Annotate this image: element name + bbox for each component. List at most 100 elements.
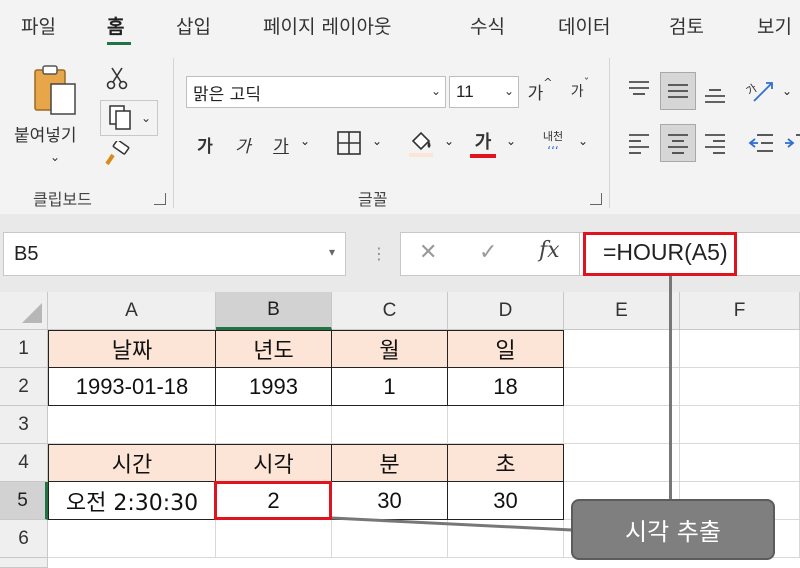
cell-b1[interactable]: 년도: [216, 330, 332, 368]
orientation-icon[interactable]: 가: [744, 74, 778, 108]
cell-f3[interactable]: [680, 406, 800, 444]
paste-icon[interactable]: [30, 64, 80, 116]
formula-tools: ✕ ✓ fx: [400, 232, 580, 276]
underline-button[interactable]: 가: [268, 130, 294, 158]
cell-d1[interactable]: 일: [448, 330, 564, 368]
paste-label[interactable]: 붙여넣기: [14, 121, 77, 146]
cell-d4[interactable]: 초: [448, 444, 564, 482]
ribbon-tab-bar: 파일 홈 삽입 페이지 레이아웃 수식 데이터 검토 보기: [0, 0, 800, 48]
tab-review[interactable]: 검토: [669, 12, 704, 39]
drag-handle-icon[interactable]: ⋮: [371, 244, 387, 263]
tab-file[interactable]: 파일: [21, 12, 56, 39]
cell-f4[interactable]: [680, 444, 800, 482]
align-middle-icon[interactable]: [660, 72, 696, 110]
column-header-e[interactable]: E: [564, 292, 680, 330]
align-left-icon[interactable]: [624, 126, 654, 160]
tab-view[interactable]: 보기: [757, 12, 792, 39]
bold-button[interactable]: 가: [192, 130, 218, 158]
font-color-swatch: [470, 154, 496, 158]
shrink-font-button[interactable]: 가ˇ: [564, 76, 596, 106]
row-header-1[interactable]: 1: [0, 330, 48, 368]
format-painter-icon[interactable]: [102, 140, 132, 168]
align-bottom-icon[interactable]: [700, 78, 730, 112]
row-header-3[interactable]: 3: [0, 406, 48, 444]
cell-a3[interactable]: [48, 406, 216, 444]
tab-page-layout[interactable]: 페이지 레이아웃: [263, 12, 391, 39]
cell-c2[interactable]: 1: [332, 368, 448, 406]
clipboard-launcher-icon[interactable]: [154, 193, 166, 205]
cell-e4[interactable]: [564, 444, 680, 482]
tab-insert[interactable]: 삽입: [176, 12, 211, 39]
grow-font-button[interactable]: 가 ^: [524, 76, 556, 106]
font-name-select[interactable]: 맑은 고딕 ⌄: [186, 76, 446, 108]
group-divider: [609, 58, 610, 208]
cell-e3[interactable]: [564, 406, 680, 444]
phonetic-guide-button[interactable]: 내천 ʻʻʻ: [536, 126, 570, 160]
font-color-chevron-icon[interactable]: ⌄: [506, 134, 516, 148]
cell-b6[interactable]: [216, 520, 332, 558]
column-header-a[interactable]: A: [48, 292, 216, 330]
formula-highlight-box: [583, 232, 737, 276]
copy-icon[interactable]: ⌄: [100, 100, 158, 136]
cell-e1[interactable]: [564, 330, 680, 368]
tab-home[interactable]: 홈: [107, 12, 124, 39]
row-header-4[interactable]: 4: [0, 444, 48, 482]
cell-c3[interactable]: [332, 406, 448, 444]
row-header-5[interactable]: 5: [0, 482, 48, 520]
cell-b3[interactable]: [216, 406, 332, 444]
cell-c4[interactable]: 분: [332, 444, 448, 482]
align-top-icon[interactable]: [624, 72, 654, 106]
align-right-icon[interactable]: [700, 126, 730, 160]
cell-a6[interactable]: [48, 520, 216, 558]
cancel-icon[interactable]: ✕: [419, 240, 437, 265]
font-launcher-icon[interactable]: [590, 193, 602, 205]
enter-check-icon[interactable]: ✓: [479, 240, 497, 265]
callout-bubble: 시각 추출: [571, 499, 775, 560]
cell-a5[interactable]: 오전 2:30:30: [48, 482, 216, 520]
row-header-7[interactable]: [0, 558, 48, 568]
font-group-label: 글꼴: [358, 190, 388, 209]
row-header-6[interactable]: 6: [0, 520, 48, 558]
cell-d3[interactable]: [448, 406, 564, 444]
name-box-value: B5: [14, 242, 39, 265]
font-size-value: 11: [456, 82, 474, 101]
orientation-chevron-icon[interactable]: ⌄: [782, 84, 792, 98]
borders-icon[interactable]: [334, 128, 364, 158]
cell-a1[interactable]: 날짜: [48, 330, 216, 368]
fill-color-chevron-icon[interactable]: ⌄: [444, 134, 454, 148]
cell-b2[interactable]: 1993: [216, 368, 332, 406]
column-header-b[interactable]: B: [216, 292, 332, 330]
cell-c1[interactable]: 월: [332, 330, 448, 368]
cell-a4[interactable]: 시간: [48, 444, 216, 482]
active-tab-indicator: [107, 42, 131, 45]
increase-indent-icon[interactable]: [784, 126, 800, 160]
fill-color-icon[interactable]: [406, 126, 436, 160]
cell-a2[interactable]: 1993-01-18: [48, 368, 216, 406]
cell-f1[interactable]: [680, 330, 800, 368]
cell-b4[interactable]: 시각: [216, 444, 332, 482]
paste-dropdown-chevron-icon[interactable]: ⌄: [50, 150, 60, 164]
column-header-d[interactable]: D: [448, 292, 564, 330]
align-center-icon[interactable]: [660, 124, 696, 162]
underline-chevron-icon[interactable]: ⌄: [300, 134, 310, 148]
cell-e2[interactable]: [564, 368, 680, 406]
name-box[interactable]: B5 ▾: [3, 232, 346, 276]
insert-function-icon[interactable]: fx: [539, 238, 560, 263]
tab-data[interactable]: 데이터: [558, 12, 610, 39]
font-color-button[interactable]: 가: [468, 126, 498, 160]
phonetic-chevron-icon[interactable]: ⌄: [578, 134, 588, 148]
tab-formulas[interactable]: 수식: [470, 12, 505, 39]
row-header-2[interactable]: 2: [0, 368, 48, 406]
decrease-indent-icon[interactable]: [744, 126, 778, 160]
svg-text:가: 가: [746, 82, 759, 98]
italic-button[interactable]: 가: [230, 130, 256, 158]
borders-chevron-icon[interactable]: ⌄: [372, 134, 382, 148]
column-header-f[interactable]: F: [680, 292, 800, 330]
select-all-triangle-icon: [22, 303, 42, 323]
font-name-value: 맑은 고딕: [193, 84, 261, 105]
cell-f2[interactable]: [680, 368, 800, 406]
font-size-select[interactable]: 11 ⌄: [449, 76, 519, 108]
column-header-c[interactable]: C: [332, 292, 448, 330]
cut-icon[interactable]: [104, 64, 130, 92]
cell-d2[interactable]: 18: [448, 368, 564, 406]
